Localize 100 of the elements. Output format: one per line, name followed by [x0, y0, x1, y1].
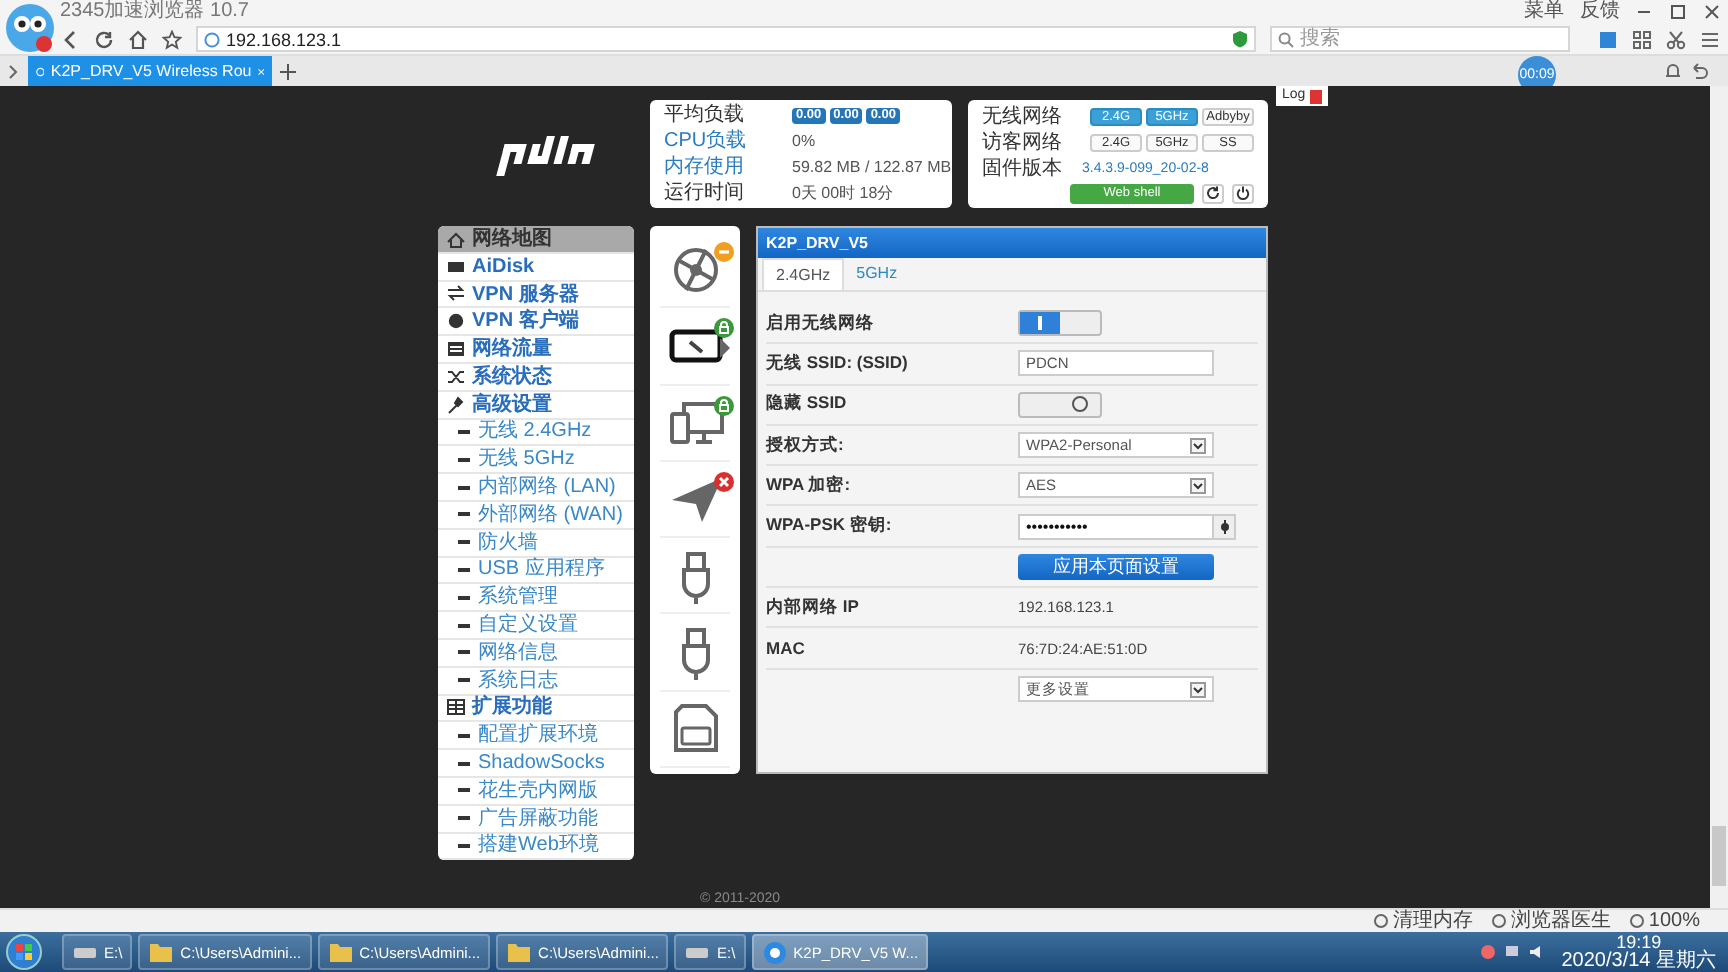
undo-icon[interactable] [1690, 62, 1708, 80]
field-label: WPA 加密: [766, 473, 853, 498]
sidebar-item[interactable]: 系统状态 [438, 363, 634, 392]
menu-link[interactable]: 反馈 [1580, 0, 1620, 24]
clock: 19:19 2020/3/14 星期六 [1559, 933, 1718, 971]
menu-icon[interactable] [1700, 29, 1720, 49]
network-icon[interactable] [1503, 944, 1520, 960]
status-link[interactable]: CPU负载 [664, 128, 792, 154]
home-icon[interactable] [128, 29, 148, 49]
bullet-icon [458, 843, 470, 848]
status-value: 59.82 MB / 122.87 MB [792, 156, 952, 180]
status-label: 无线网络 [982, 103, 1064, 130]
toggle-switch[interactable] [1018, 310, 1102, 337]
folder-icon [148, 939, 175, 965]
address-bar[interactable]: 192.168.123.1 [196, 26, 1256, 52]
volume-icon[interactable] [1527, 944, 1544, 960]
field-label: 隐藏 SSID [766, 392, 849, 417]
sidebar-subitem[interactable]: 无线 2.4GHz [438, 419, 634, 447]
sidebar-item[interactable]: AiDisk [438, 253, 634, 282]
bell-icon[interactable] [1664, 62, 1682, 80]
chevron-right-icon[interactable] [8, 63, 20, 79]
sidebar-subitem[interactable]: 配置扩展环境 [438, 722, 634, 751]
browser-tab[interactable]: K2P_DRV_V5 Wireless Rou [28, 56, 272, 86]
maximize-icon[interactable] [1670, 4, 1686, 20]
status-label: 访客网络 [982, 129, 1064, 156]
sidebar-subitem[interactable]: 广告屏蔽功能 [438, 805, 634, 834]
scrollbar[interactable] [1710, 86, 1728, 908]
bullet-icon [458, 595, 470, 600]
table-icon [446, 696, 466, 719]
sidebar-subitem[interactable]: 网络信息 [438, 639, 634, 668]
grid-icon[interactable] [1632, 29, 1652, 49]
sidebar-subitem[interactable]: 花生壳内网版 [438, 777, 634, 806]
sidebar-header[interactable]: 网络地图 [438, 226, 634, 254]
status-link[interactable]: 内存使用 [664, 154, 792, 180]
sidebar-item[interactable]: 高级设置 [438, 391, 634, 420]
menu-link[interactable]: 菜单 [1524, 0, 1564, 24]
new-tab-icon[interactable] [280, 63, 296, 79]
sidebar-item[interactable]: VPN 服务器 [438, 281, 634, 309]
sidebar-subitem[interactable]: 外部网络 (WAN) [438, 501, 634, 530]
sidebar-item[interactable]: VPN 客户端 [438, 308, 634, 337]
window-title: 2345加速浏览器 10.7 [60, 0, 251, 24]
sidebar-subitem[interactable]: 无线 5GHz [438, 446, 634, 475]
field-label: 无线 SSID: (SSID) [766, 351, 910, 376]
field-label: 启用无线网络 [766, 311, 876, 336]
sidebar-item[interactable]: 扩展功能 [438, 695, 634, 723]
field-label: WPA-PSK 密钥: [766, 514, 894, 539]
back-icon[interactable] [60, 29, 80, 49]
wrench-icon [446, 393, 466, 416]
browser-icon [761, 939, 788, 965]
star-icon[interactable] [162, 29, 182, 49]
power-icon [1236, 186, 1250, 200]
refresh-button[interactable] [1202, 183, 1224, 203]
caret-icon [1190, 437, 1206, 454]
start-button-icon[interactable] [4, 934, 44, 970]
bullet-icon [458, 512, 470, 517]
scissors-icon[interactable] [1666, 29, 1686, 49]
bullet-icon [458, 788, 470, 793]
toggle-switch[interactable] [1018, 391, 1102, 418]
status-value: 0% [792, 130, 818, 154]
power-button[interactable] [1232, 183, 1254, 203]
browser-doctor-button[interactable]: 浏览器医生 [1492, 910, 1611, 932]
password-field[interactable]: ••••••••••• [1018, 513, 1214, 540]
field-label: MAC [766, 638, 807, 659]
swap-icon [446, 282, 466, 305]
circle-icon [1374, 914, 1389, 928]
sidebar-item[interactable]: 网络流量 [438, 336, 634, 364]
band-tab[interactable]: 5GHz [844, 258, 910, 290]
eye-icon [1217, 519, 1231, 534]
band-tab[interactable]: 2.4GHz [762, 258, 845, 290]
reader-icon[interactable] [1598, 29, 1618, 49]
sidebar-subitem[interactable]: 系统日志 [438, 667, 634, 696]
zoom-button[interactable]: 100% [1630, 910, 1700, 932]
close-icon[interactable] [1704, 4, 1720, 20]
bullet-icon [458, 567, 470, 572]
refresh-icon[interactable] [94, 29, 114, 49]
shield-icon [1232, 30, 1248, 48]
bullet-icon [458, 650, 470, 655]
circle-icon [1630, 914, 1645, 928]
apply-button[interactable]: 应用本页面设置 [1018, 553, 1214, 580]
sidebar-subitem[interactable]: ShadowSocks [438, 750, 634, 778]
bullet-icon [458, 761, 470, 766]
status-label: 平均负载 [664, 102, 746, 128]
sidebar-subitem[interactable]: USB 应用程序 [438, 557, 634, 585]
status-label: 运行时间 [664, 180, 746, 206]
caret-icon [1190, 477, 1206, 494]
search-placeholder: 搜索 [1300, 28, 1340, 50]
list-icon [446, 338, 466, 361]
memory-clean-button[interactable]: 清理内存 [1374, 910, 1473, 932]
sidebar-subitem[interactable]: 系统管理 [438, 584, 634, 613]
home-icon [446, 227, 466, 250]
sidebar-subitem[interactable]: 内部网络 (LAN) [438, 474, 634, 502]
sidebar-subitem[interactable]: 自定义设置 [438, 612, 634, 640]
status-label: 固件版本 [982, 155, 1064, 182]
sidebar-subitem[interactable]: 防火墙 [438, 529, 634, 558]
shuffle-icon [446, 365, 466, 388]
bullet-icon [458, 816, 470, 821]
sidebar-subitem[interactable]: 搭建Web环境 [438, 833, 634, 861]
search-field[interactable]: 搜索 [1270, 26, 1570, 52]
field-label: 内部网络 IP [766, 595, 861, 620]
reveal-button[interactable] [1214, 513, 1236, 540]
